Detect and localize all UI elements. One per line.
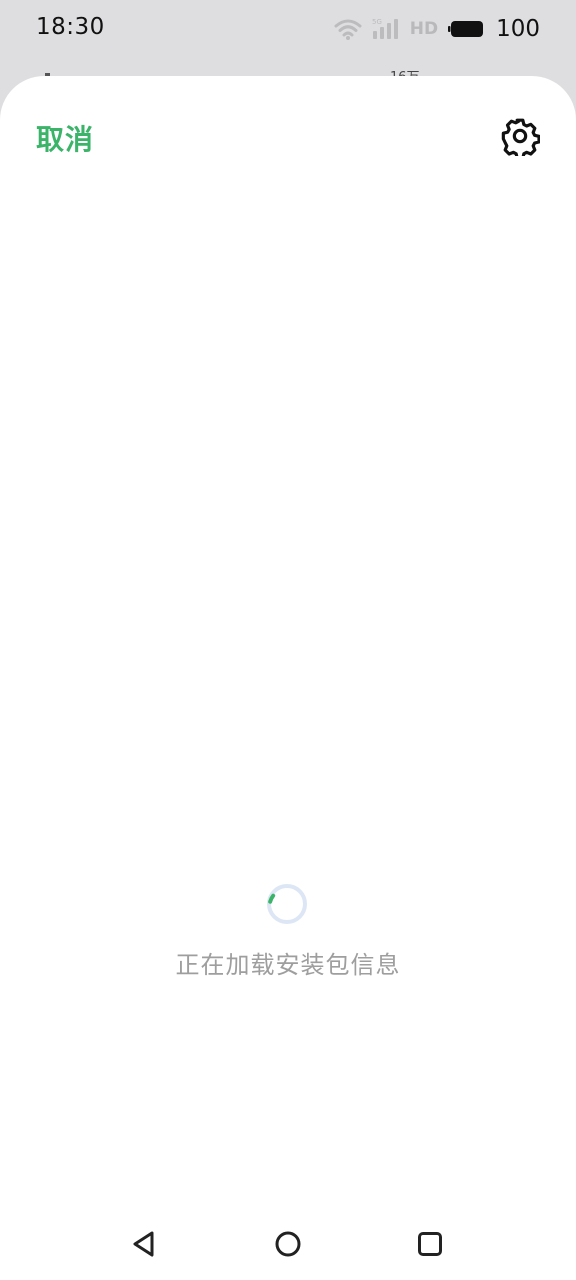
wifi-icon: [334, 18, 362, 40]
recent-apps-button[interactable]: [410, 1224, 450, 1264]
back-icon: [133, 1231, 154, 1257]
cancel-button[interactable]: 取消: [36, 118, 94, 158]
home-button[interactable]: [268, 1224, 308, 1264]
settings-button[interactable]: [500, 116, 541, 160]
status-icons: 5G HD 100: [334, 14, 540, 44]
status-bar: 18:30 5G HD 100: [0, 0, 576, 58]
status-time: 18:30: [36, 14, 105, 40]
hd-label: HD: [409, 19, 439, 39]
battery-level: 100: [496, 16, 540, 42]
back-button[interactable]: [124, 1224, 164, 1264]
recent-apps-icon: [418, 1232, 442, 1256]
battery-icon: [448, 19, 484, 39]
loading-spinner: [265, 882, 309, 926]
gear-icon: [501, 118, 541, 160]
install-sheet: 取消 正在加载安装包信息: [0, 76, 576, 1280]
home-icon: [275, 1231, 301, 1257]
loading-status-text: 正在加载安装包信息: [175, 951, 401, 979]
navigation-bar: [0, 1208, 576, 1280]
network-type-label: 5G: [372, 18, 382, 26]
cellular-signal-icon: 5G: [372, 17, 400, 41]
